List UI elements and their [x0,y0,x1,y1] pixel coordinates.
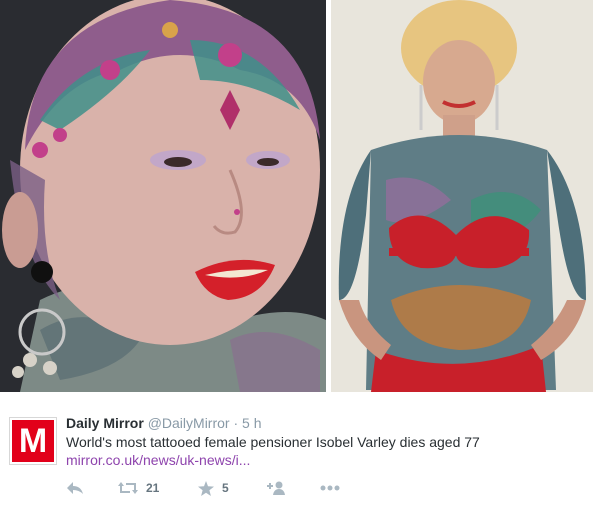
more-button[interactable] [320,480,340,496]
author-name[interactable]: Daily Mirror [66,415,144,431]
follow-icon [266,481,286,495]
portrait-illustration [0,0,326,392]
retweet-count: 21 [146,481,160,495]
tweet-header: Daily Mirror @DailyMirror · 5 h [66,414,262,432]
tweet-text: World's most tattooed female pensioner I… [66,434,480,450]
star-icon [198,480,214,496]
full-body-illustration [331,0,593,392]
favorite-button[interactable]: 5 [198,480,229,496]
header-separator: · [233,415,239,431]
avatar-letter: M [18,422,48,460]
reply-icon [66,481,84,495]
author-handle[interactable]: @DailyMirror [148,415,230,431]
reply-button[interactable] [66,480,84,496]
favorite-count: 5 [222,481,229,495]
retweet-button[interactable]: 21 [118,480,159,496]
more-icon [320,485,340,491]
follow-button[interactable] [266,480,286,496]
tweet: M Daily Mirror @DailyMirror · 5 h World'… [0,392,593,507]
retweet-icon [118,481,138,495]
tweet-link[interactable]: mirror.co.uk/news/uk-news/i... [66,451,250,469]
full-body-photo[interactable] [331,0,593,392]
avatar[interactable]: M [9,417,57,465]
avatar-logo: M [12,420,54,462]
tweet-media[interactable] [0,0,593,392]
portrait-photo[interactable] [0,0,326,392]
tweet-timestamp[interactable]: 5 h [242,415,261,431]
